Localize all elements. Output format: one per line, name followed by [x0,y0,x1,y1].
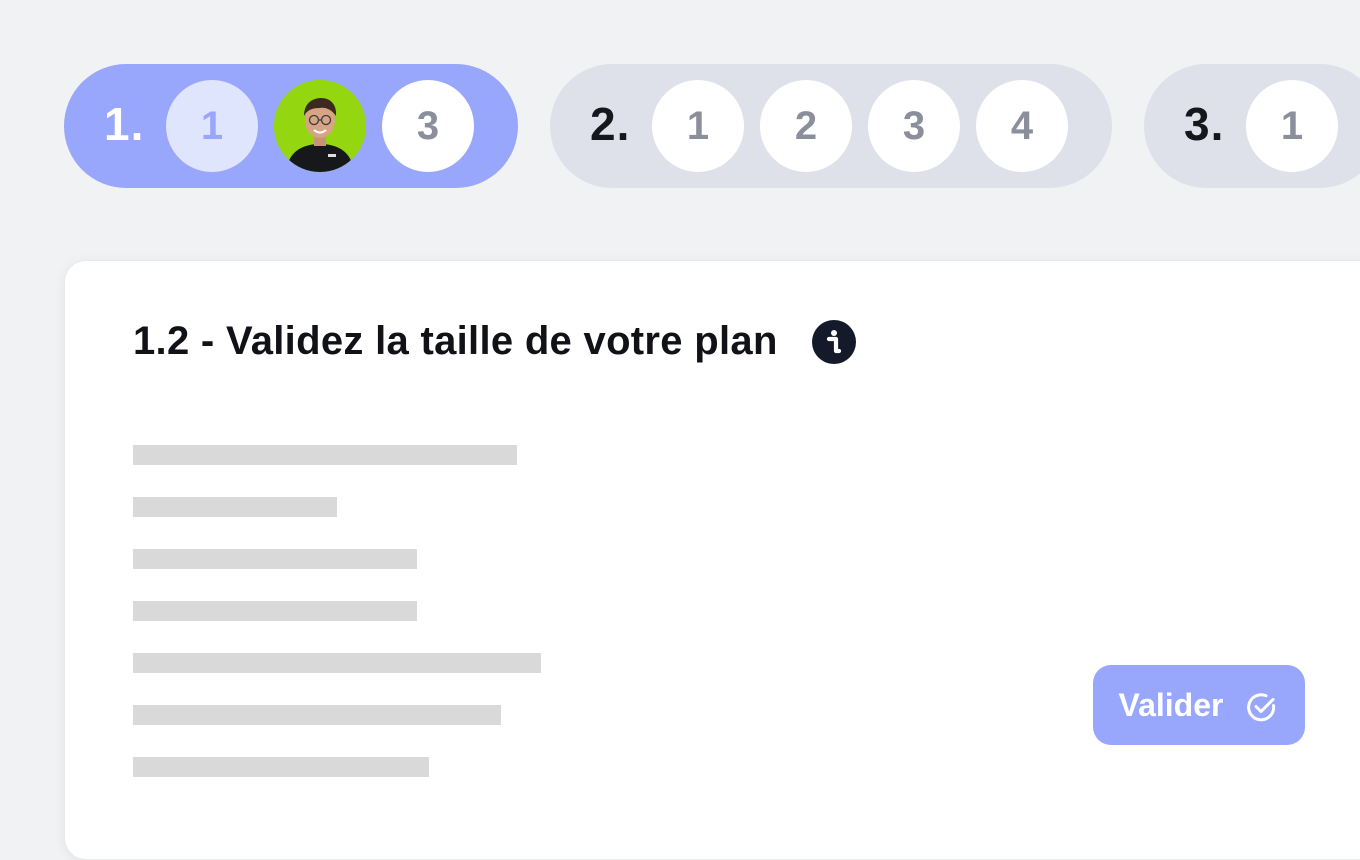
substeps: 1 3 [166,80,474,172]
step-group-number: 1. [104,98,145,150]
skeleton-line [133,601,417,621]
substep-3-1[interactable]: 1 [1246,80,1338,172]
validate-button[interactable]: Valider [1093,665,1305,745]
step-group-number: 3. [1184,98,1225,150]
step-group-3[interactable]: 3. 1 [1144,64,1360,188]
substep-2-1[interactable]: 1 [652,80,744,172]
step-group-number: 2. [590,98,631,150]
step-group-1[interactable]: 1. 1 3 [64,64,518,188]
skeleton-line [133,705,501,725]
substep-1-2-avatar[interactable] [274,80,366,172]
substep-1-1[interactable]: 1 [166,80,258,172]
step-group-2[interactable]: 2. 1 2 3 4 [550,64,1112,188]
info-icon[interactable] [811,319,856,364]
step-card: 1.2 - Validez la taille de votre plan Va… [64,260,1360,860]
skeleton-line [133,549,417,569]
card-header: 1.2 - Validez la taille de votre plan [133,319,856,364]
substep-2-4[interactable]: 4 [976,80,1068,172]
skeleton-line [133,497,337,517]
substeps: 1 [1246,80,1338,172]
skeleton-line [133,445,517,465]
substep-2-2[interactable]: 2 [760,80,852,172]
stepper: 1. 1 3 2. 1 2 3 4 3. 1 [64,64,1360,188]
substeps: 1 2 3 4 [652,80,1068,172]
skeleton-line [133,757,429,777]
card-title: 1.2 - Validez la taille de votre plan [133,319,778,363]
substep-2-3[interactable]: 3 [868,80,960,172]
skeleton-text-lines [133,445,541,777]
skeleton-line [133,653,541,673]
validate-button-label: Valider [1118,686,1224,723]
user-avatar-icon [274,80,366,172]
check-circle-icon [1245,690,1279,724]
substep-1-3[interactable]: 3 [382,80,474,172]
